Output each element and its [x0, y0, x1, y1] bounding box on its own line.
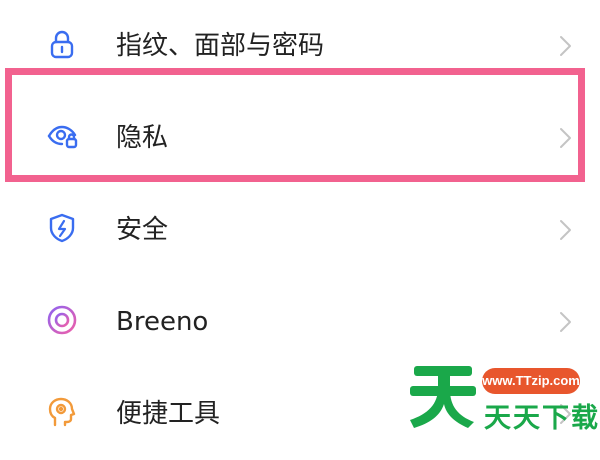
- settings-item-label: 便捷工具: [116, 399, 221, 429]
- highlight-box: [5, 68, 585, 182]
- breeno-icon: [46, 304, 78, 336]
- security-shield-icon: [46, 212, 78, 244]
- watermark-url: www.TTzip.com: [482, 368, 580, 394]
- watermark-name: 天天下载: [484, 403, 600, 434]
- convenience-tools-icon: [46, 396, 78, 428]
- chevron-right-icon: [555, 34, 575, 58]
- settings-item-label: Breeno: [116, 307, 209, 337]
- watermark: www.TTzip.com 天天下载: [408, 360, 600, 451]
- chevron-right-icon: [555, 218, 575, 242]
- lock-icon: [46, 28, 78, 60]
- settings-item-breeno[interactable]: Breeno: [0, 276, 600, 368]
- settings-item-label: 安全: [116, 215, 169, 245]
- settings-item-security[interactable]: 安全: [0, 184, 600, 276]
- watermark-logo-icon: [408, 360, 478, 428]
- chevron-right-icon: [555, 310, 575, 334]
